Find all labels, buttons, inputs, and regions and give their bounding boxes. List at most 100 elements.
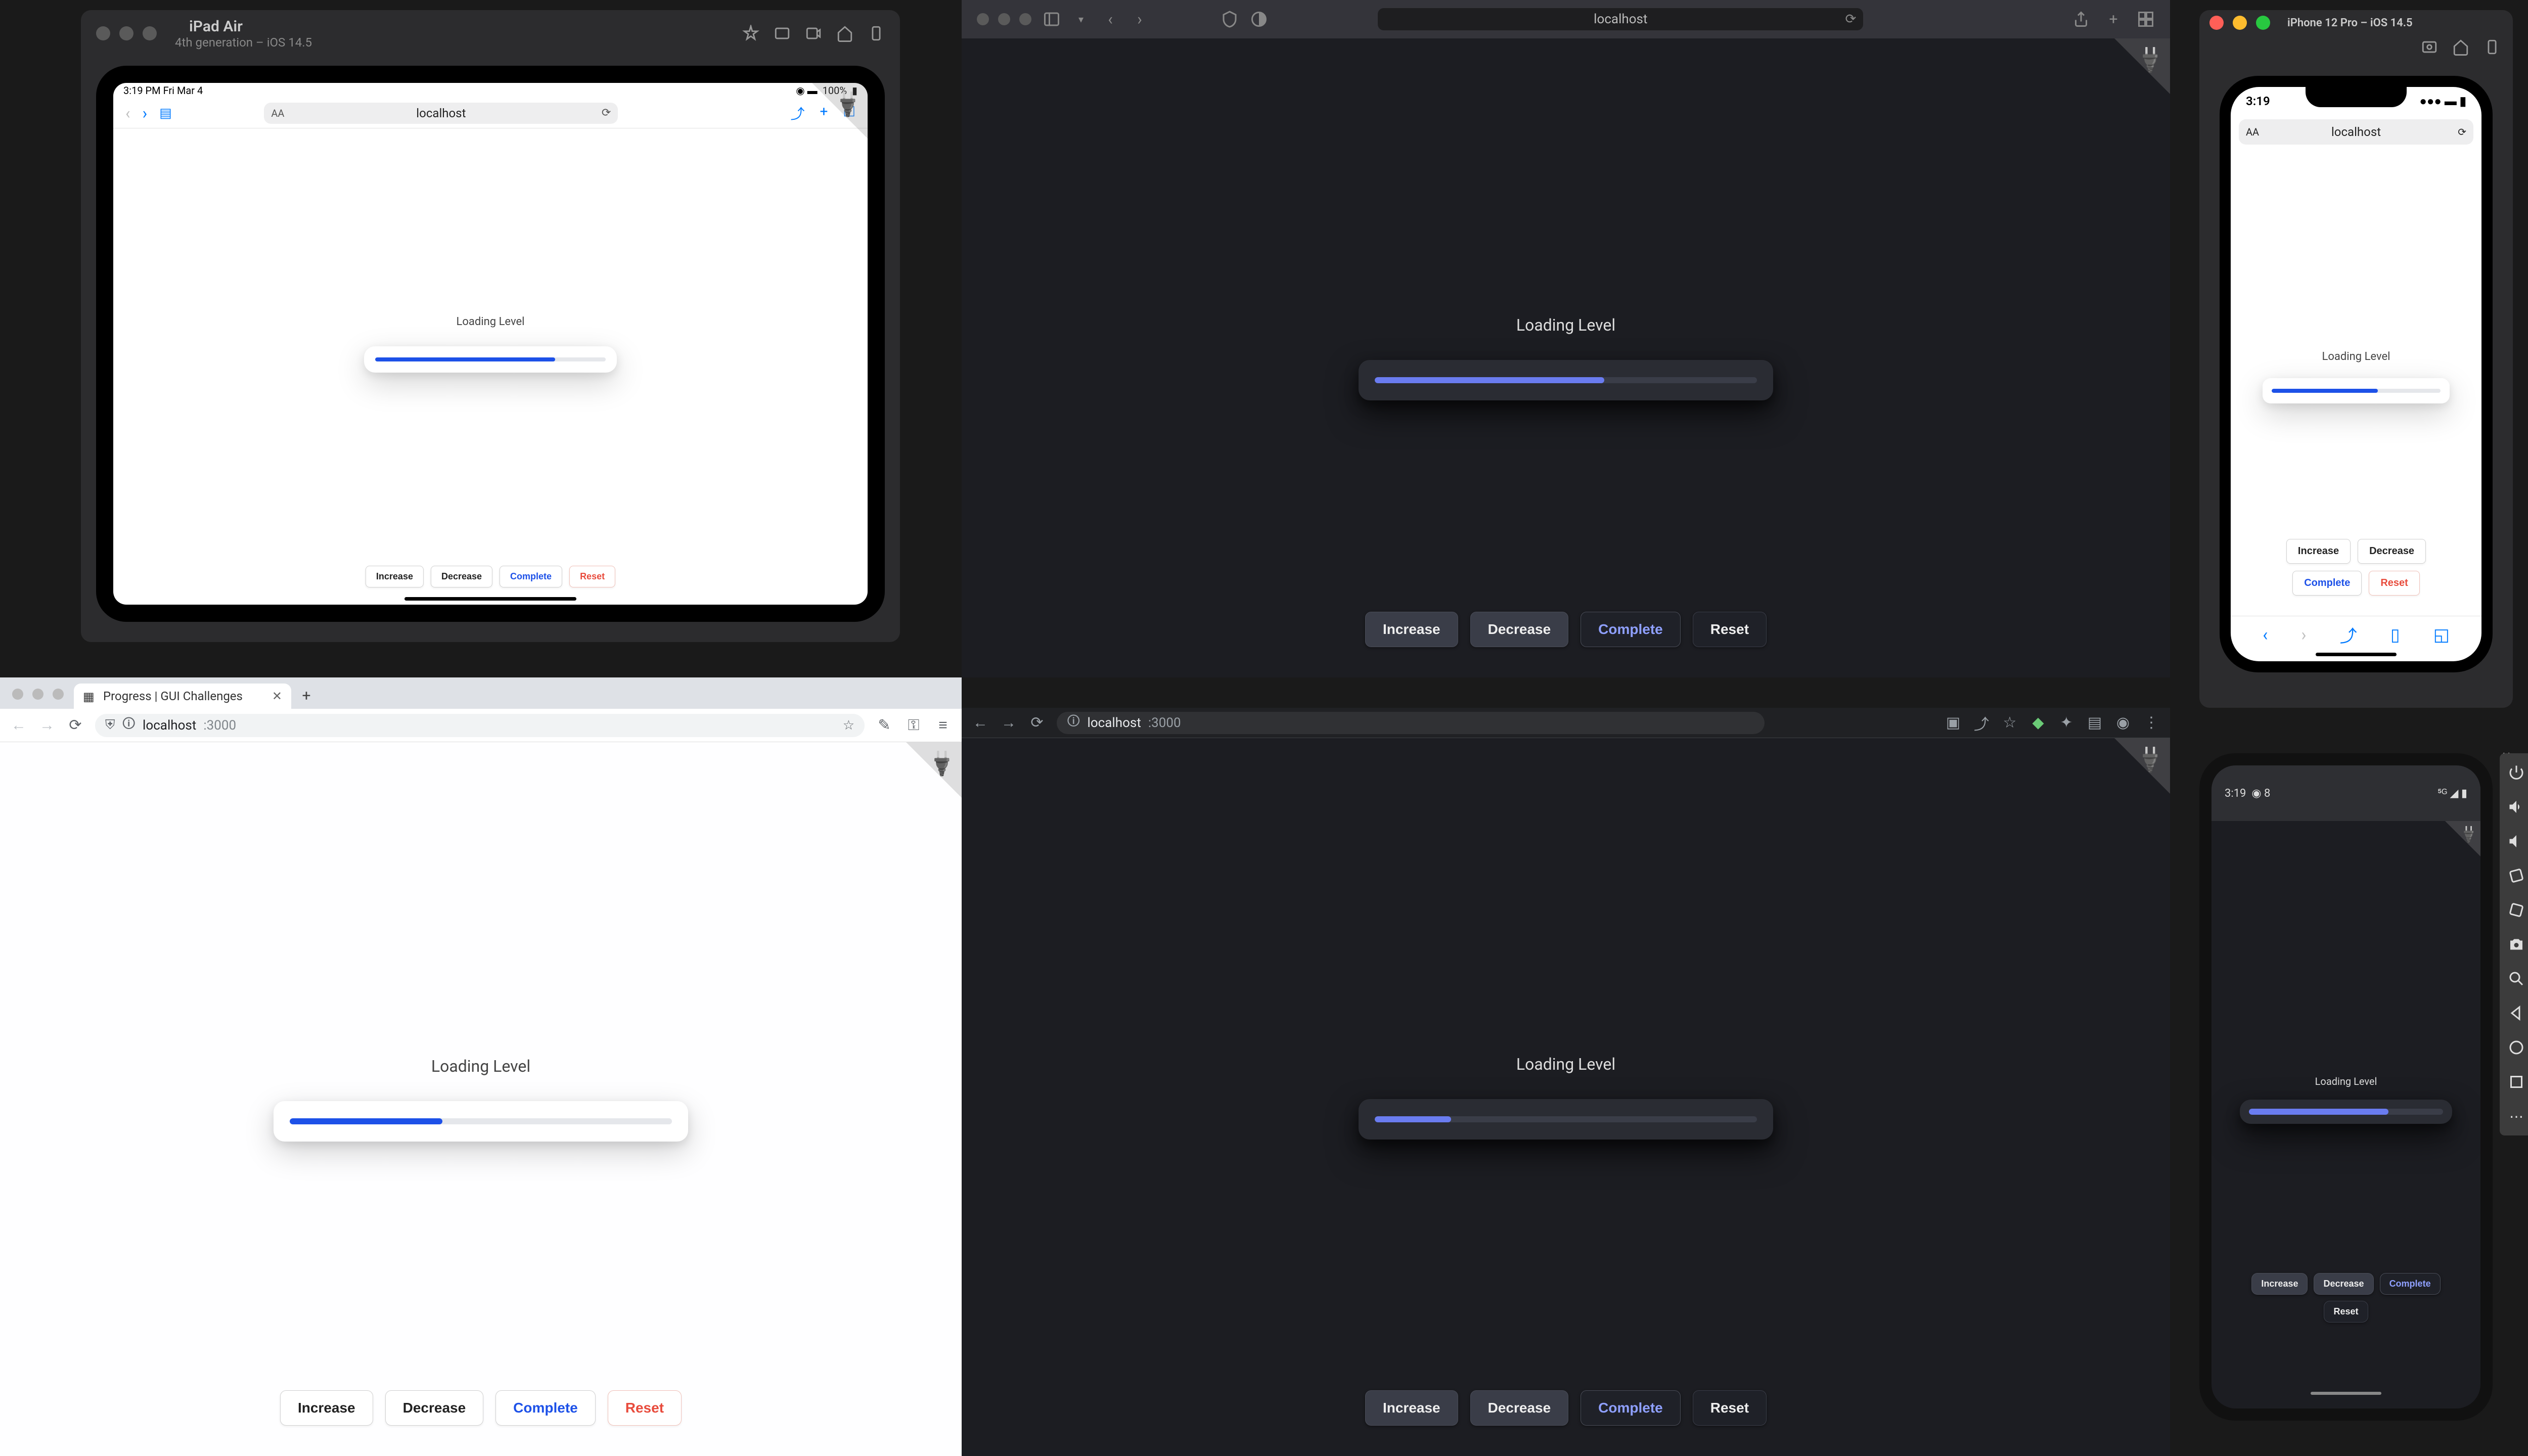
- maximize-window-button[interactable]: [2256, 16, 2270, 30]
- shield-icon[interactable]: ⛨: [105, 717, 115, 733]
- maximize-window-button[interactable]: [143, 26, 157, 40]
- minimize-window-button[interactable]: [119, 26, 133, 40]
- new-tab-button[interactable]: +: [296, 686, 317, 706]
- more-icon[interactable]: ⋯: [2507, 1107, 2525, 1125]
- close-window-button[interactable]: [977, 13, 989, 25]
- menu-icon[interactable]: ≡: [934, 717, 952, 734]
- text-size-icon[interactable]: AA: [2246, 126, 2259, 138]
- reset-button[interactable]: Reset: [1693, 1390, 1767, 1426]
- forward-button[interactable]: →: [38, 717, 56, 734]
- reset-button[interactable]: Reset: [569, 566, 615, 587]
- increase-button[interactable]: Increase: [1365, 612, 1458, 647]
- maximize-window-button[interactable]: [1019, 13, 1031, 25]
- rotate-icon[interactable]: [868, 25, 885, 42]
- info-icon[interactable]: 🛈: [1067, 712, 1080, 734]
- extension-icon[interactable]: ✎: [876, 717, 893, 734]
- devtools-flag[interactable]: 🔌: [2114, 38, 2170, 94]
- nav-pill[interactable]: [2311, 1392, 2381, 1395]
- complete-button[interactable]: Complete: [1581, 1390, 1681, 1426]
- vite-icon[interactable]: ◆: [2029, 714, 2047, 732]
- reading-list-icon[interactable]: ▤: [2086, 714, 2103, 732]
- new-tab-icon[interactable]: +: [2104, 10, 2123, 28]
- complete-button[interactable]: Complete: [495, 1390, 596, 1426]
- chevron-down-icon[interactable]: ▾: [1072, 10, 1090, 28]
- url-bar[interactable]: localhost ⟳: [1378, 8, 1863, 30]
- devtools-flag[interactable]: 🔌: [812, 83, 868, 139]
- back-button[interactable]: ←: [10, 717, 27, 734]
- extensions-icon[interactable]: ✦: [2058, 714, 2075, 732]
- complete-button[interactable]: Complete: [1581, 612, 1681, 647]
- minimize-window-button[interactable]: [998, 13, 1010, 25]
- rotate-right-icon[interactable]: [2507, 901, 2525, 919]
- close-window-button[interactable]: [12, 689, 23, 700]
- star-icon[interactable]: ☆: [2001, 714, 2018, 732]
- rotate-icon[interactable]: [2484, 38, 2501, 56]
- refresh-icon[interactable]: ⟳: [1845, 12, 1857, 27]
- profile-icon[interactable]: ◉: [2114, 714, 2132, 732]
- refresh-button[interactable]: ⟳: [67, 717, 84, 734]
- close-window-button[interactable]: [96, 26, 110, 40]
- url-bar[interactable]: 🛈 localhost:3000: [1057, 712, 1765, 734]
- back-button[interactable]: ‹: [2263, 625, 2268, 645]
- close-tab-icon[interactable]: ✕: [272, 689, 282, 703]
- close-window-button[interactable]: [2209, 16, 2224, 30]
- reset-button[interactable]: Reset: [2324, 1301, 2368, 1323]
- bookmarks-icon[interactable]: ▯: [2390, 625, 2400, 645]
- volume-up-icon[interactable]: [2507, 798, 2525, 816]
- forward-button[interactable]: →: [1000, 714, 1017, 732]
- key-icon[interactable]: ⚿: [905, 717, 922, 734]
- increase-button[interactable]: Increase: [366, 566, 424, 587]
- tabs-icon[interactable]: [2137, 10, 2155, 28]
- minimize-window-button[interactable]: [32, 689, 43, 700]
- share-icon[interactable]: ⤴: [1973, 714, 1990, 732]
- devtools-flag[interactable]: 🔌: [906, 742, 962, 798]
- decrease-button[interactable]: Decrease: [1470, 1390, 1569, 1426]
- screenshot-icon[interactable]: [774, 25, 791, 42]
- reset-button[interactable]: Reset: [1693, 612, 1767, 647]
- shield-icon[interactable]: [1221, 10, 1239, 28]
- menu-icon[interactable]: ⋮: [2143, 714, 2160, 732]
- browser-tab[interactable]: ▦ Progress | GUI Challenges ✕: [74, 684, 291, 709]
- refresh-button[interactable]: ⟳: [1028, 714, 1046, 732]
- complete-button[interactable]: Complete: [500, 566, 562, 587]
- camera-icon[interactable]: [2507, 935, 2525, 953]
- share-icon[interactable]: [2072, 10, 2090, 28]
- home-icon[interactable]: [2507, 1038, 2525, 1057]
- decrease-button[interactable]: Decrease: [2358, 539, 2426, 564]
- maximize-window-button[interactable]: [53, 689, 64, 700]
- minimize-window-button[interactable]: [2233, 16, 2247, 30]
- share-icon[interactable]: ⤴: [2340, 622, 2357, 647]
- cast-icon[interactable]: ▣: [1945, 714, 1962, 732]
- home-icon[interactable]: [2452, 38, 2469, 56]
- appearance-icon[interactable]: [1250, 10, 1268, 28]
- decrease-button[interactable]: Decrease: [2314, 1273, 2373, 1295]
- url-bar[interactable]: AA localhost ⟳: [2239, 119, 2473, 145]
- reset-button[interactable]: Reset: [608, 1390, 682, 1426]
- forward-button[interactable]: ›: [2301, 625, 2306, 645]
- overview-icon[interactable]: [2507, 1073, 2525, 1091]
- info-icon[interactable]: 🛈: [122, 714, 136, 737]
- back-button[interactable]: ←: [972, 714, 989, 732]
- zoom-icon[interactable]: [2507, 970, 2525, 988]
- url-bar[interactable]: ⛨ 🛈 localhost:3000 ☆: [95, 714, 865, 737]
- home-icon[interactable]: [836, 25, 853, 42]
- reset-button[interactable]: Reset: [2369, 571, 2419, 596]
- back-icon[interactable]: [2507, 1004, 2525, 1022]
- tabs-icon[interactable]: ◱: [2433, 625, 2450, 645]
- star-icon[interactable]: ☆: [843, 718, 854, 733]
- refresh-icon[interactable]: ⟳: [2458, 126, 2466, 138]
- increase-button[interactable]: Increase: [1365, 1390, 1458, 1426]
- increase-button[interactable]: Increase: [2251, 1273, 2308, 1295]
- decrease-button[interactable]: Decrease: [431, 566, 492, 587]
- screenshot-icon[interactable]: [2421, 38, 2438, 56]
- pin-icon[interactable]: [742, 25, 759, 42]
- forward-button[interactable]: ›: [1131, 10, 1149, 28]
- devtools-flag[interactable]: 🔌: [2445, 821, 2480, 856]
- devtools-flag[interactable]: 🔌: [2114, 738, 2170, 794]
- sidebar-icon[interactable]: [1043, 10, 1061, 28]
- decrease-button[interactable]: Decrease: [1470, 612, 1569, 647]
- complete-button[interactable]: Complete: [2380, 1273, 2441, 1295]
- decrease-button[interactable]: Decrease: [385, 1390, 484, 1426]
- rotate-left-icon[interactable]: [2507, 867, 2525, 885]
- record-icon[interactable]: [805, 25, 822, 42]
